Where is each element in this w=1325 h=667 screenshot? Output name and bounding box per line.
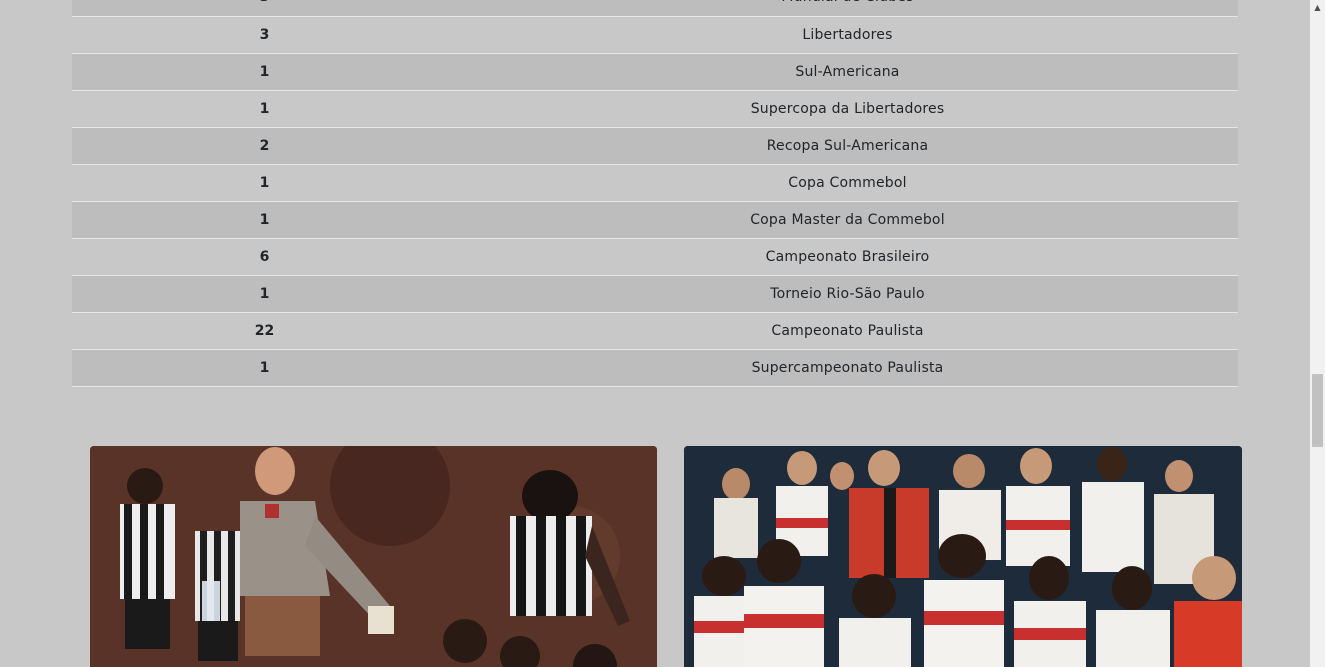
table-row: 2 Recopa Sul-Americana [72,127,1238,165]
title-count: 1 [72,349,457,387]
scrollbar-thumb[interactable] [1312,374,1323,447]
title-name: Recopa Sul-Americana [457,127,1238,165]
title-count: 2 [72,127,457,165]
title-name: Copa Master da Commebol [457,201,1238,239]
title-name: Campeonato Paulista [457,312,1238,350]
title-count: 1 [72,275,457,313]
table-row: 1 Supercopa da Libertadores [72,90,1238,128]
title-name: Campeonato Brasileiro [457,238,1238,276]
table-row: 6 Campeonato Brasileiro [72,238,1238,276]
titles-table: 3 Mundial de Clubes 3 Libertadores 1 Sul… [72,0,1238,387]
title-count: 6 [72,238,457,276]
title-count: 1 [72,164,457,202]
table-row: 1 Copa Master da Commebol [72,201,1238,239]
team-photo-goalkeeper [90,446,657,667]
title-name: Copa Commebol [457,164,1238,202]
vertical-scrollbar[interactable]: ▲ [1310,0,1325,667]
title-name: Supercopa da Libertadores [457,90,1238,128]
title-name: Mundial de Clubes [457,0,1238,17]
team-photo-squad [684,446,1242,667]
title-name: Supercampeonato Paulista [457,349,1238,387]
title-count: 1 [72,201,457,239]
title-name: Torneio Rio-São Paulo [457,275,1238,313]
title-count: 1 [72,53,457,91]
title-count: 1 [72,90,457,128]
page: 3 Mundial de Clubes 3 Libertadores 1 Sul… [0,0,1325,667]
title-name: Libertadores [457,16,1238,54]
table-row: 3 Mundial de Clubes [72,0,1238,17]
table-row: 1 Torneio Rio-São Paulo [72,275,1238,313]
table-row: 3 Libertadores [72,16,1238,54]
triangle-up-icon[interactable]: ▲ [1310,0,1325,14]
title-name: Sul-Americana [457,53,1238,91]
table-row: 22 Campeonato Paulista [72,312,1238,350]
table-row: 1 Copa Commebol [72,164,1238,202]
title-count: 3 [72,0,457,17]
table-row: 1 Sul-Americana [72,53,1238,91]
title-count: 3 [72,16,457,54]
title-count: 22 [72,312,457,350]
table-row: 1 Supercampeonato Paulista [72,349,1238,387]
